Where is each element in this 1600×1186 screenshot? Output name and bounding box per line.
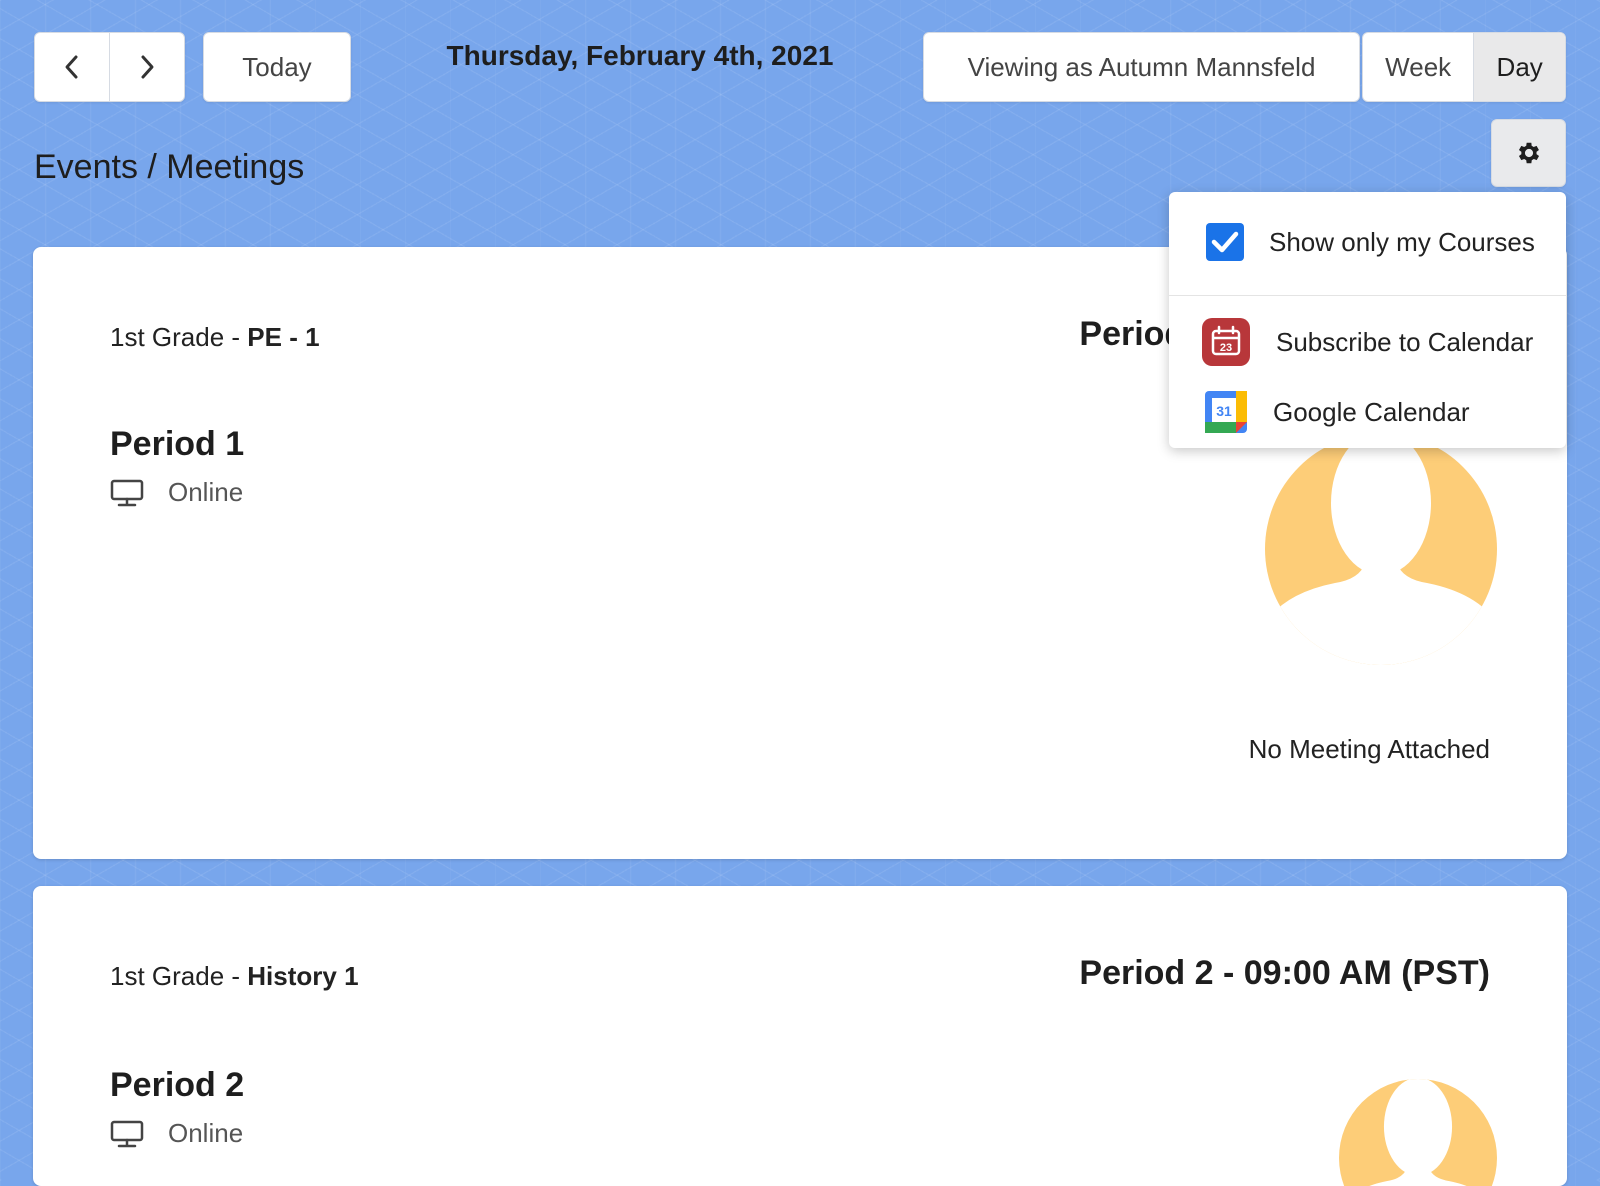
checkbox-checked-icon[interactable]: [1205, 222, 1245, 262]
grade-label: 1st Grade -: [110, 961, 248, 991]
mode-label: Online: [168, 477, 244, 507]
settings-button[interactable]: [1491, 119, 1566, 187]
google-calendar-option[interactable]: 31 Google Calendar: [1169, 382, 1566, 442]
viewing-as-button[interactable]: Viewing as Autumn Mannsfeld: [923, 32, 1360, 102]
meeting-mode: Online: [110, 477, 243, 508]
today-button[interactable]: Today: [203, 32, 351, 102]
event-card: 1st Grade - History 1 Period 2 - 09:00 A…: [33, 886, 1567, 1186]
google-calendar-icon: 31: [1205, 391, 1247, 433]
menu-divider: [1169, 295, 1566, 296]
prev-button[interactable]: [35, 33, 109, 101]
next-button[interactable]: [109, 33, 184, 101]
course-name: History 1: [247, 961, 359, 991]
period-name: Period 1: [110, 425, 245, 463]
period-name: Period 2: [110, 1066, 245, 1104]
settings-dropdown: Show only my Courses 23 Subscribe to Cal…: [1169, 192, 1566, 448]
avatar: [1339, 1079, 1497, 1186]
page-title: Events / Meetings: [34, 148, 305, 186]
day-view-button[interactable]: Day: [1474, 33, 1565, 101]
avatar: [1265, 433, 1497, 665]
chevron-left-icon: [65, 55, 78, 79]
person-placeholder-icon: [1265, 433, 1497, 665]
show-my-courses-label: Show only my Courses: [1269, 226, 1535, 257]
week-view-button[interactable]: Week: [1363, 33, 1475, 101]
subscribe-calendar-option[interactable]: 23 Subscribe to Calendar: [1169, 312, 1566, 372]
calendar-icon-day: 23: [1220, 342, 1232, 354]
course-label: 1st Grade - PE - 1: [110, 322, 320, 353]
no-meeting-label: No Meeting Attached: [1248, 734, 1490, 764]
grade-label: 1st Grade -: [110, 322, 248, 352]
show-my-courses-option[interactable]: Show only my Courses: [1169, 212, 1566, 272]
current-date-title: Thursday, February 4th, 2021: [446, 40, 834, 71]
meeting-mode: Online: [110, 1118, 243, 1149]
chevron-right-icon: [141, 55, 154, 79]
google-calendar-label: Google Calendar: [1273, 396, 1470, 427]
period-time: Period 2 - 09:00 AM (PST): [1079, 954, 1490, 992]
google-icon-day: 31: [1216, 403, 1232, 419]
mode-label: Online: [168, 1118, 244, 1148]
subscribe-calendar-label: Subscribe to Calendar: [1276, 326, 1534, 357]
course-label: 1st Grade - History 1: [110, 961, 359, 992]
gear-icon: [1518, 142, 1539, 164]
course-name: PE - 1: [247, 322, 320, 352]
monitor-icon: [110, 479, 144, 506]
view-switch: Week Day: [1362, 32, 1566, 102]
monitor-icon: [110, 1120, 144, 1147]
calendar-icon: 23: [1202, 318, 1250, 366]
date-nav-group: [34, 32, 185, 102]
person-placeholder-icon: [1339, 1079, 1497, 1186]
